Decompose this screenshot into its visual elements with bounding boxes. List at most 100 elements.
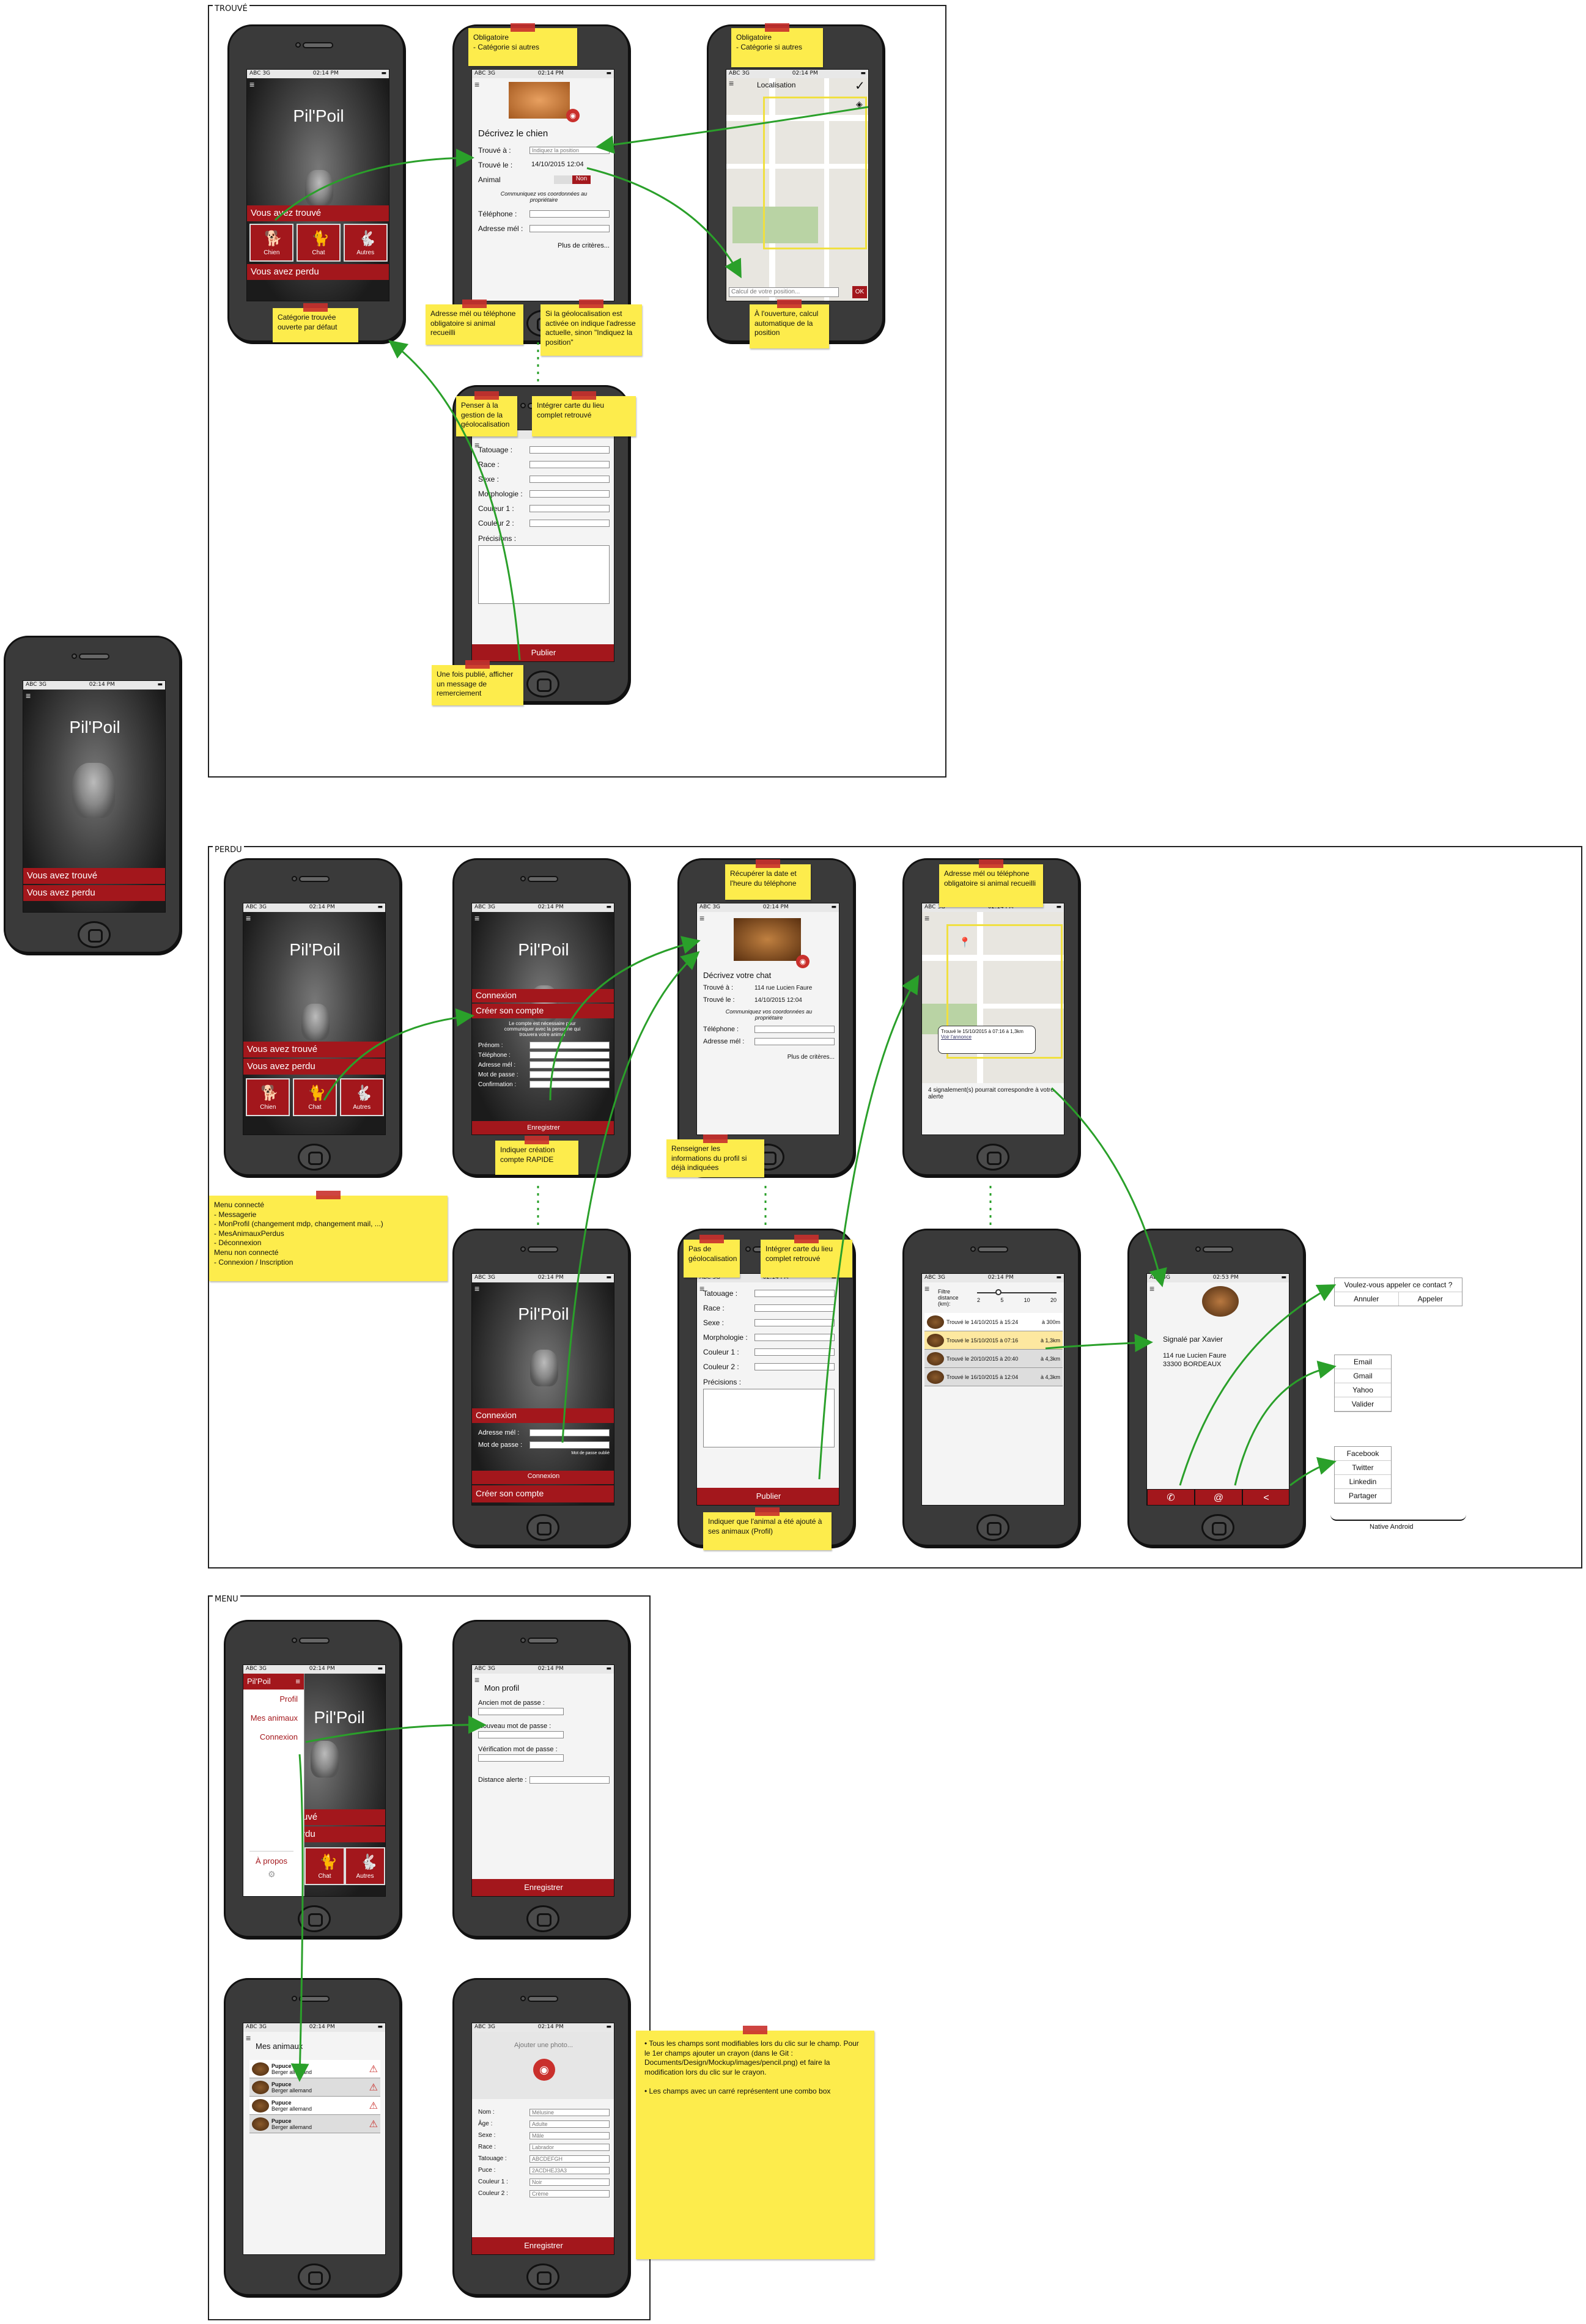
phone-call-button[interactable]: ✆ <box>1147 1489 1195 1505</box>
tile-other[interactable]: 🐇 Autres <box>339 1078 384 1116</box>
warning-icon[interactable]: ⚠ <box>369 2063 378 2075</box>
warning-icon[interactable]: ⚠ <box>369 2100 378 2112</box>
map-popup[interactable]: Trouvé le 15/10/2015 à 07:16 à 1,3km Voir… <box>938 1026 1036 1054</box>
forgot-password-link[interactable]: Mot de passe oublié <box>478 1451 610 1455</box>
locate-icon[interactable]: ◈ <box>856 99 863 109</box>
breed-field[interactable] <box>754 1304 835 1312</box>
tile-cat[interactable]: 🐈 Chat <box>304 1847 345 1885</box>
list-item[interactable]: Pupuce Berger allemand ⚠ <box>249 2078 380 2097</box>
breed-field[interactable] <box>529 461 610 468</box>
name-field[interactable]: Mélusine <box>529 2108 610 2116</box>
menu-item-about[interactable]: À propos <box>249 1851 294 1870</box>
login-tab[interactable]: Connexion <box>472 989 614 1002</box>
distance-field[interactable] <box>529 1776 610 1784</box>
login-tab[interactable]: Connexion <box>472 1408 614 1423</box>
menu-icon[interactable]: ≡ <box>474 80 482 89</box>
firstname-field[interactable] <box>529 1042 610 1049</box>
phone-field[interactable] <box>529 1051 610 1059</box>
found-button[interactable]: Vous avez trouvé <box>243 1042 385 1057</box>
menu-item-animals[interactable]: Mes animaux <box>243 1708 304 1727</box>
phone-field[interactable] <box>754 1026 835 1033</box>
morphology-field[interactable] <box>754 1334 835 1341</box>
position-input[interactable]: Calcul de votre position... <box>729 287 839 297</box>
cancel-button[interactable]: Annuler <box>1335 1292 1399 1306</box>
tattoo-field[interactable]: ABCDEFGH <box>529 2155 610 2163</box>
tile-dog[interactable]: 🐕 Chien <box>249 224 294 262</box>
create-account-tab[interactable]: Créer son compte <box>472 1004 614 1018</box>
password-field[interactable] <box>529 1071 610 1078</box>
email-field[interactable] <box>529 225 610 232</box>
old-password-field[interactable] <box>478 1708 564 1715</box>
menu-icon[interactable]: ≡ <box>249 80 257 89</box>
camera-icon[interactable]: ◉ <box>796 955 810 968</box>
color1-field[interactable] <box>529 505 610 512</box>
list-item[interactable]: Trouvé le 14/10/2015 à 15:24 à 300m <box>924 1313 1063 1331</box>
publish-button[interactable]: Publier <box>472 644 614 661</box>
breed-field[interactable]: Labrador <box>529 2143 610 2151</box>
list-item[interactable]: Trouvé le 16/10/2015 à 12:04 à 4,3km <box>924 1368 1063 1386</box>
color1-field[interactable]: Noir <box>529 2178 610 2186</box>
animal-photo[interactable] <box>734 918 801 961</box>
map-pin-icon[interactable]: 📍 <box>959 936 971 949</box>
lost-button[interactable]: Vous avez perdu <box>23 885 165 901</box>
more-criteria-link[interactable]: Plus de critères... <box>478 242 610 249</box>
settings-icon[interactable]: ⚙ <box>268 1869 276 1880</box>
tile-cat[interactable]: 🐈 Chat <box>292 1078 337 1116</box>
menu-item-profile[interactable]: Profil <box>243 1690 304 1708</box>
distance-slider[interactable] <box>977 1289 1057 1295</box>
ok-button[interactable]: OK <box>852 286 867 298</box>
add-photo-label[interactable]: Ajouter une photo... <box>472 2042 614 2049</box>
email-field[interactable] <box>529 1429 610 1436</box>
color1-field[interactable] <box>754 1348 835 1356</box>
verify-password-field[interactable] <box>478 1754 564 1762</box>
found-at-field[interactable]: Indiquez la position <box>529 147 610 154</box>
password-field[interactable] <box>529 1441 610 1449</box>
tattoo-field[interactable] <box>529 446 610 454</box>
address-field[interactable]: 114 rue Lucien Faure <box>754 985 812 991</box>
list-item[interactable]: Trouvé le 15/10/2015 à 07:16 à 1,3km <box>924 1331 1063 1350</box>
publish-button[interactable]: Publier <box>697 1488 839 1505</box>
tile-other[interactable]: 🐇 Autres <box>343 224 388 262</box>
list-item[interactable]: Pupuce Berger allemand ⚠ <box>249 2060 380 2078</box>
camera-icon[interactable]: ◉ <box>566 109 580 122</box>
precisions-textarea[interactable] <box>703 1389 835 1447</box>
email-button[interactable]: @ <box>1195 1489 1242 1505</box>
menu-icon[interactable]: ≡ <box>26 691 33 700</box>
date-field[interactable]: 14/10/2015 12:04 <box>529 161 610 169</box>
email-field[interactable] <box>529 1061 610 1068</box>
found-button[interactable]: Vous avez trouvé <box>23 868 165 884</box>
tile-dog[interactable]: 🐕 Chien <box>246 1078 290 1116</box>
sex-field[interactable] <box>754 1319 835 1326</box>
share-button[interactable]: < <box>1242 1489 1289 1505</box>
color2-field[interactable]: Crème <box>529 2190 610 2197</box>
list-item[interactable]: Trouvé le 20/10/2015 à 20:40 à 4,3km <box>924 1350 1063 1368</box>
map[interactable]: 📍 <box>922 912 1064 1083</box>
sex-field[interactable]: Mâle <box>529 2131 610 2139</box>
list-item[interactable]: Pupuce Berger allemand ⚠ <box>249 2115 380 2133</box>
toggle[interactable]: Non <box>554 175 591 184</box>
animal-photo[interactable] <box>509 82 570 119</box>
lost-button[interactable]: Vous avez perdu <box>243 1059 385 1075</box>
chip-field[interactable]: 2ACDHEJ3A3 <box>529 2166 610 2174</box>
call-button[interactable]: Appeler <box>1399 1292 1462 1306</box>
tile-cat[interactable]: 🐈 Chat <box>296 224 341 262</box>
color2-field[interactable] <box>754 1363 835 1370</box>
save-button[interactable]: Enregistrer <box>472 1879 614 1896</box>
confirm-field[interactable] <box>529 1081 610 1088</box>
tile-other[interactable]: 🐇 Autres <box>345 1847 385 1885</box>
menu-item-login[interactable]: Connexion <box>243 1727 304 1746</box>
save-button[interactable]: Enregistrer <box>472 2237 614 2254</box>
camera-icon[interactable]: ◉ <box>533 2059 555 2081</box>
email-field[interactable] <box>754 1038 835 1045</box>
morphology-field[interactable] <box>529 490 610 498</box>
save-button[interactable]: Enregistrer <box>472 1121 614 1134</box>
date-field[interactable]: 14/10/2015 12:04 <box>754 997 802 1004</box>
age-field[interactable]: Adulte <box>529 2120 610 2128</box>
tattoo-field[interactable] <box>754 1290 835 1297</box>
found-button[interactable]: Vous avez trouvé <box>247 205 389 221</box>
map[interactable] <box>726 78 868 301</box>
phone-field[interactable] <box>529 210 610 218</box>
more-criteria-link[interactable]: Plus de critères... <box>703 1054 835 1061</box>
create-account-button[interactable]: Créer son compte <box>472 1485 614 1502</box>
sex-field[interactable] <box>529 476 610 483</box>
